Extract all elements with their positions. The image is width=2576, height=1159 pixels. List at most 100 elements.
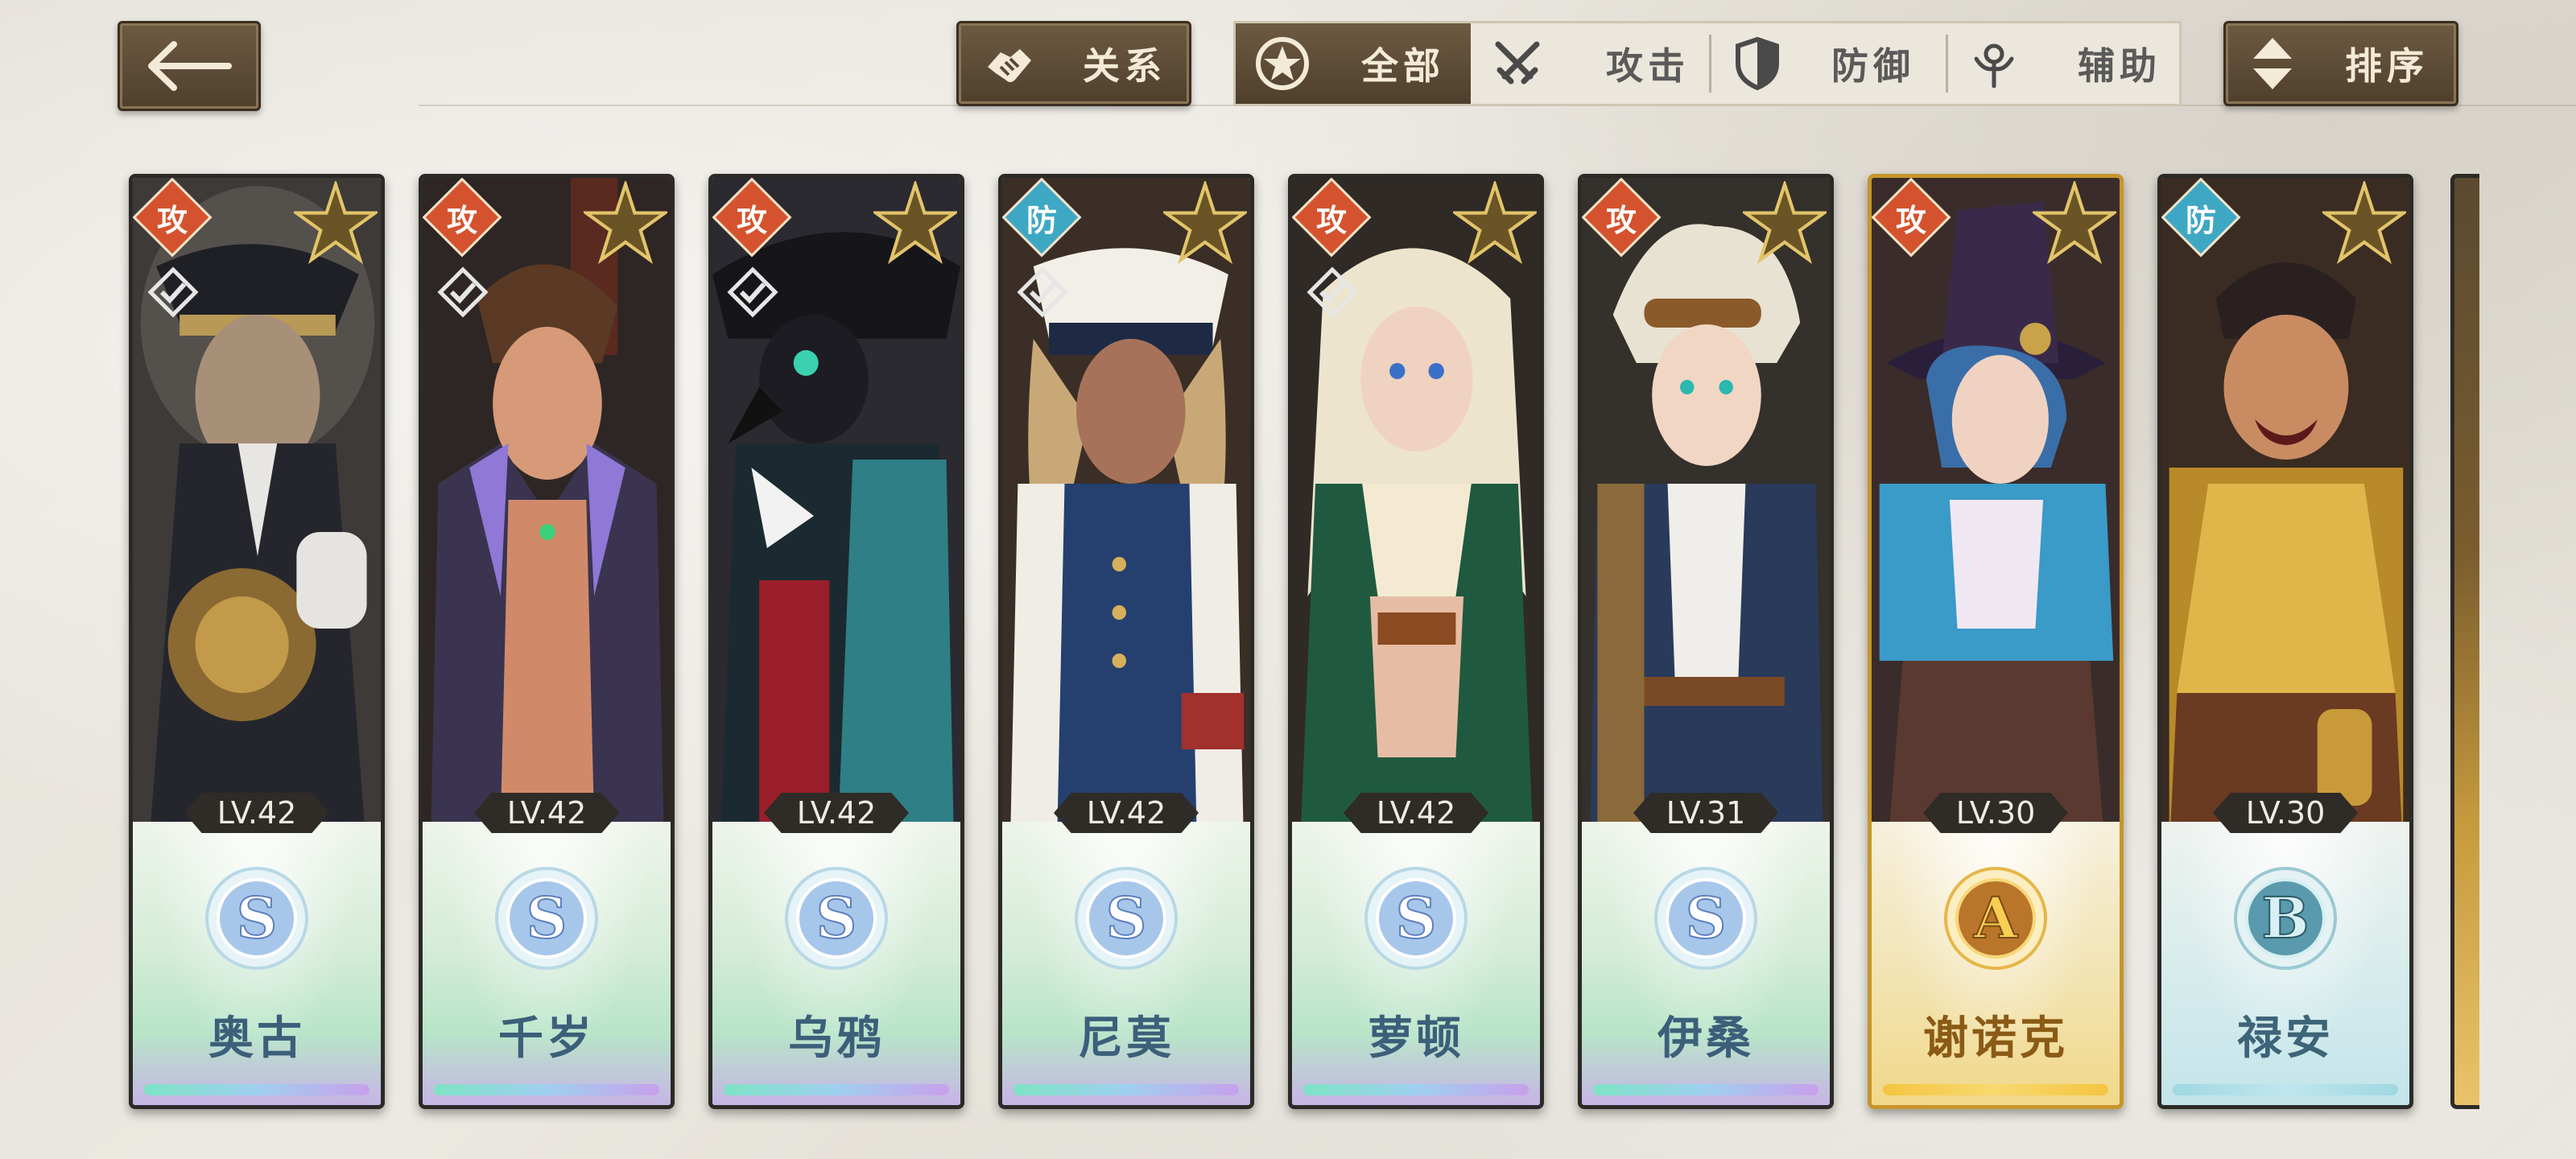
relation-button[interactable]: 关系 — [956, 21, 1191, 106]
character-card-partial[interactable] — [2450, 174, 2479, 1109]
character-card-1[interactable]: 攻 LV.42 S 千岁 — [419, 174, 675, 1109]
role-filter-bar: 全部 攻击 防御 辅助 — [1233, 21, 2182, 106]
rank-badge-icon: S — [205, 867, 308, 970]
star-icon — [1743, 181, 1827, 265]
character-name: 禄安 — [2237, 1012, 2334, 1065]
exp-bar — [1303, 1084, 1529, 1095]
selected-check-icon — [1017, 266, 1068, 318]
role-badge: 攻 — [1292, 178, 1372, 258]
rank-badge-icon: A — [1944, 867, 2047, 970]
character-card-2[interactable]: 攻 LV.42 S 乌鸦 — [708, 174, 964, 1109]
level-label: LV.42 — [1344, 793, 1488, 833]
sort-label: 排序 — [2345, 44, 2429, 88]
role-text: 攻 — [156, 202, 188, 238]
character-card-3[interactable]: 防 LV.42 S 尼莫 — [998, 174, 1254, 1109]
tab-attack[interactable]: 攻击 — [1471, 23, 1709, 104]
role-badge: 攻 — [423, 178, 502, 258]
role-text: 攻 — [446, 202, 477, 238]
rank-badge-icon: S — [785, 867, 888, 970]
selected-check-icon — [437, 266, 489, 318]
role-badge: 防 — [2161, 178, 2241, 258]
rank-letter: A — [1973, 885, 2019, 951]
character-name: 乌鸦 — [788, 1012, 885, 1065]
star-icon — [2033, 181, 2116, 265]
sort-button[interactable]: 排序 — [2223, 21, 2458, 106]
rank-letter: S — [1686, 885, 1727, 951]
rank-badge-icon: S — [1654, 867, 1757, 970]
crossed-swords-icon — [1495, 41, 1540, 85]
exp-bar — [724, 1084, 949, 1095]
role-text: 攻 — [1605, 202, 1637, 238]
star-icon — [1163, 181, 1247, 265]
relation-label: 关系 — [1083, 44, 1166, 88]
role-badge: 攻 — [1872, 178, 1951, 258]
tab-defense[interactable]: 防御 — [1709, 23, 1946, 104]
rank-letter: S — [1396, 885, 1437, 951]
exp-bar — [1593, 1084, 1818, 1095]
character-name: 伊桑 — [1657, 1012, 1754, 1065]
character-name: 萝顿 — [1368, 1012, 1464, 1065]
character-portrait — [1582, 178, 1830, 854]
star-icon — [584, 181, 667, 265]
rank-letter: B — [2261, 885, 2309, 951]
tab-defense-label: 防御 — [1831, 44, 1915, 88]
selected-check-icon — [147, 266, 199, 318]
rank-letter: S — [816, 885, 857, 951]
role-text: 攻 — [1315, 202, 1347, 238]
character-portrait — [1872, 178, 2120, 854]
role-badge: 防 — [1002, 178, 1082, 258]
level-label: LV.42 — [474, 793, 619, 833]
role-text: 攻 — [736, 202, 767, 238]
tab-support[interactable]: 辅助 — [1946, 23, 2179, 104]
exp-bar — [434, 1084, 659, 1095]
tab-attack-label: 攻击 — [1606, 44, 1690, 88]
role-text: 防 — [2185, 202, 2216, 238]
star-icon — [294, 181, 378, 265]
exp-bar — [1013, 1084, 1239, 1095]
exp-bar — [2173, 1084, 2398, 1095]
star-icon — [1453, 181, 1537, 265]
star-circle-icon — [1256, 37, 1309, 90]
star-icon — [2322, 181, 2406, 265]
character-name: 尼莫 — [1078, 1012, 1174, 1065]
role-badge: 攻 — [1582, 178, 1662, 258]
exp-bar — [144, 1084, 369, 1095]
star-icon — [873, 181, 957, 265]
tab-all-label: 全部 — [1361, 44, 1445, 88]
character-name: 谢诺克 — [1923, 1012, 2068, 1065]
character-name: 千岁 — [498, 1012, 595, 1065]
level-label: LV.42 — [1054, 793, 1199, 833]
exp-bar — [1883, 1084, 2108, 1095]
arrow-left-icon — [148, 41, 232, 91]
tab-all[interactable]: 全部 — [1236, 23, 1471, 104]
rank-badge-icon: B — [2234, 867, 2337, 970]
level-label: LV.31 — [1633, 793, 1778, 833]
level-label: LV.42 — [184, 793, 329, 833]
back-button[interactable] — [118, 21, 261, 111]
level-label: LV.42 — [764, 793, 909, 833]
shield-icon — [1736, 36, 1779, 91]
role-text: 防 — [1026, 202, 1057, 238]
selected-check-icon — [727, 266, 778, 318]
selected-check-icon — [1307, 266, 1358, 318]
support-emblem-icon — [1974, 43, 2014, 89]
character-card-5[interactable]: 攻 LV.31 S 伊桑 — [1578, 174, 1834, 1109]
role-text: 攻 — [1895, 202, 1926, 238]
character-card-0[interactable]: 攻 LV.42 S 奥古 — [129, 174, 385, 1109]
rank-letter: S — [1106, 885, 1147, 951]
role-badge: 攻 — [712, 178, 792, 258]
rank-letter: S — [237, 885, 278, 951]
rank-badge-icon: S — [1075, 867, 1178, 970]
character-card-7[interactable]: 防 LV.30 B 禄安 — [2157, 174, 2413, 1109]
level-label: LV.30 — [1923, 793, 2068, 833]
tab-support-label: 辅助 — [2078, 44, 2161, 88]
character-card-4[interactable]: 攻 LV.42 S 萝顿 — [1288, 174, 1544, 1109]
rank-letter: S — [526, 885, 568, 951]
rank-badge-icon: S — [495, 867, 598, 970]
level-label: LV.30 — [2213, 793, 2358, 833]
rank-badge-icon: S — [1364, 867, 1468, 970]
character-card-6[interactable]: 攻 LV.30 A 谢诺克 — [1868, 174, 2124, 1109]
character-name: 奥古 — [208, 1012, 305, 1065]
role-badge: 攻 — [133, 178, 213, 258]
handshake-icon — [988, 49, 1031, 82]
